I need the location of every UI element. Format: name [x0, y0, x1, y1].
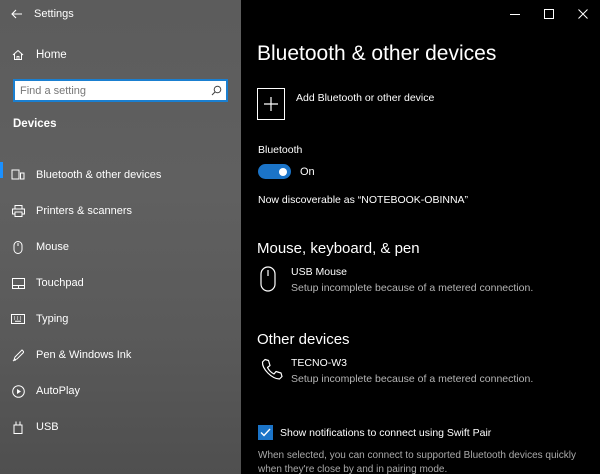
phone-icon: [257, 357, 291, 385]
window-controls: [498, 0, 600, 28]
sidebar-nav: Bluetooth & other devices Printers & sca…: [0, 157, 241, 445]
close-icon: [578, 9, 588, 19]
keyboard-icon: [0, 314, 36, 324]
swift-pair-label: Show notifications to connect using Swif…: [280, 426, 492, 439]
maximize-button[interactable]: [532, 0, 566, 28]
page-title: Bluetooth & other devices: [257, 42, 497, 65]
add-box: [257, 88, 285, 120]
device-name: TECNO-W3: [291, 357, 347, 369]
sidebar-item-label: AutoPlay: [36, 385, 81, 397]
home-label: Home: [36, 49, 67, 61]
title-bar: Settings: [0, 0, 241, 28]
bluetooth-label: Bluetooth: [258, 144, 303, 156]
swift-pair-row: Show notifications to connect using Swif…: [258, 425, 491, 440]
device-status: Setup incomplete because of a metered co…: [291, 282, 534, 294]
main-pane: Bluetooth & other devices Add Bluetooth …: [241, 0, 600, 474]
search-input[interactable]: [15, 81, 206, 100]
sidebar-item-label: USB: [36, 421, 59, 433]
sidebar-item-mouse[interactable]: Mouse: [0, 229, 241, 265]
sidebar-item-usb[interactable]: USB: [0, 409, 241, 445]
back-arrow-icon: [11, 9, 22, 19]
back-button[interactable]: [0, 0, 34, 28]
swift-pair-description: When selected, you can connect to suppor…: [258, 450, 576, 474]
autoplay-icon: [0, 384, 36, 398]
mouse-keyboard-pen-heading: Mouse, keyboard, & pen: [257, 240, 420, 257]
bluetooth-toggle-row: On: [258, 164, 315, 179]
discoverable-text: Now discoverable as “NOTEBOOK-OBINNA”: [258, 194, 469, 206]
home-icon: [0, 49, 36, 61]
section-heading-devices: Devices: [13, 118, 57, 130]
close-button[interactable]: [566, 0, 600, 28]
printer-icon: [0, 205, 36, 217]
swift-pair-checkbox[interactable]: [258, 425, 273, 440]
bluetooth-toggle[interactable]: [258, 164, 291, 179]
device-status: Setup incomplete because of a metered co…: [291, 373, 534, 385]
device-info: TECNO-W3 Setup incomplete because of a m…: [291, 357, 533, 385]
search-box[interactable]: [13, 79, 228, 102]
sidebar-item-label: Mouse: [36, 241, 70, 253]
sidebar-item-bluetooth[interactable]: Bluetooth & other devices: [0, 157, 241, 193]
add-device-button[interactable]: Add Bluetooth or other device: [257, 88, 434, 120]
sidebar-item-label: Printers & scanners: [36, 205, 132, 217]
sidebar-item-label: Bluetooth & other devices: [36, 169, 162, 181]
home-nav-item[interactable]: Home: [0, 44, 241, 66]
other-devices-heading: Other devices: [257, 331, 350, 348]
minimize-button[interactable]: [498, 0, 532, 28]
usb-icon: [0, 421, 36, 434]
device-usb-mouse[interactable]: USB Mouse Setup incomplete because of a …: [257, 266, 533, 294]
sidebar-item-typing[interactable]: Typing: [0, 301, 241, 337]
sidebar-item-label: Pen & Windows Ink: [36, 349, 132, 361]
sidebar: Settings Home Devices Bluetooth & other …: [0, 0, 241, 474]
add-device-label: Add Bluetooth or other device: [296, 92, 435, 104]
sidebar-item-touchpad[interactable]: Touchpad: [0, 265, 241, 301]
checkmark-icon: [260, 428, 271, 437]
mouse-icon: [257, 266, 291, 294]
maximize-icon: [544, 9, 554, 19]
sidebar-item-label: Typing: [36, 313, 69, 325]
device-info: USB Mouse Setup incomplete because of a …: [291, 266, 533, 294]
sidebar-item-pen[interactable]: Pen & Windows Ink: [0, 337, 241, 373]
device-name: USB Mouse: [291, 266, 348, 278]
minimize-icon: [510, 14, 520, 15]
bluetooth-state-label: On: [300, 165, 315, 178]
bluetooth-devices-icon: [0, 169, 36, 181]
sidebar-item-autoplay[interactable]: AutoPlay: [0, 373, 241, 409]
touchpad-icon: [0, 277, 36, 289]
plus-icon: [264, 97, 278, 111]
sidebar-item-label: Touchpad: [36, 277, 84, 289]
sidebar-item-printers[interactable]: Printers & scanners: [0, 193, 241, 229]
app-title: Settings: [34, 8, 74, 20]
device-tecno-w3[interactable]: TECNO-W3 Setup incomplete because of a m…: [257, 357, 533, 385]
pen-icon: [0, 348, 36, 362]
search-icon[interactable]: [206, 85, 226, 96]
mouse-icon: [0, 240, 36, 254]
